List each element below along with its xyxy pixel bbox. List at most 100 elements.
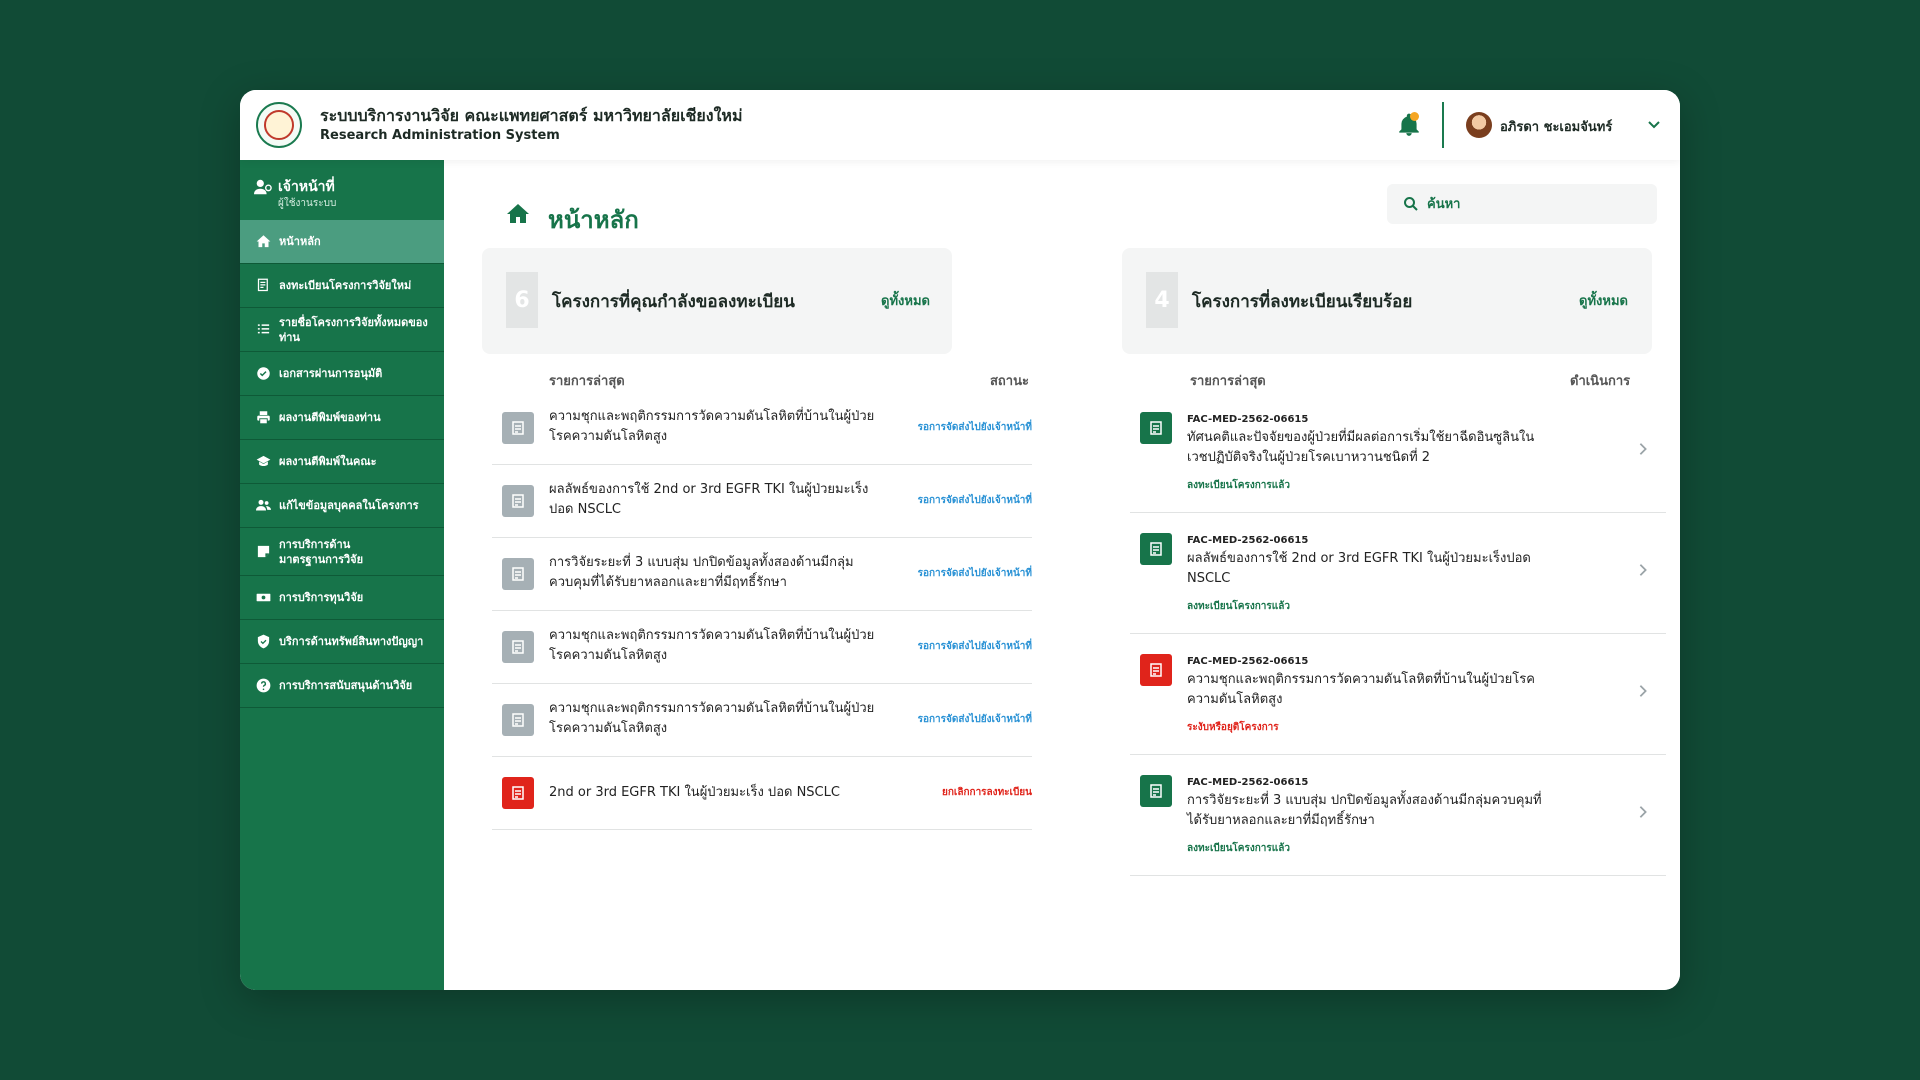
sidebar-item-10[interactable]: การบริการสนับสนุนด้านวิจัย	[240, 664, 444, 708]
status-badge: ลงทะเบียนโครงการแล้ว	[1187, 843, 1290, 854]
home-icon	[507, 204, 529, 223]
search-box[interactable]	[1387, 184, 1657, 224]
list-icon	[257, 324, 270, 334]
project-title: ทัศนคติและปัจจัยของผู้ป่วยที่มีผลต่อการเ…	[1187, 430, 1535, 465]
pending-project-row[interactable]: ความชุกและพฤติกรรมการวัดความดันโลหิตที่บ…	[492, 392, 1032, 465]
status-badge: รอการจัดส่งไปยังเจ้าหน้าที่	[917, 568, 1032, 579]
pending-project-row[interactable]: การวิจัยระยะที่ 3 แบบสุ่ม ปกปิดข้อมูลทั้…	[492, 538, 1032, 611]
top-header: ระบบบริการงานวิจัย คณะแพทยศาสตร์ มหาวิทย…	[240, 90, 1680, 160]
status-badge: รอการจัดส่งไปยังเจ้าหน้าที่	[917, 641, 1032, 652]
project-code: FAC-MED-2562-06615	[1187, 414, 1309, 425]
project-title: ผลลัพธ์ของการใช้ 2nd or 3rd EGFR TKI ในผ…	[549, 482, 869, 517]
sidebar-item-0[interactable]: หน้าหลัก	[240, 220, 444, 264]
shield-icon	[257, 634, 270, 649]
project-title: การวิจัยระยะที่ 3 แบบสุ่ม ปกปิดข้อมูลทั้…	[1187, 793, 1542, 828]
sidebar-item-3[interactable]: เอกสารผ่านการอนุมัติ	[240, 352, 444, 396]
app-title-english: Research Administration System	[320, 128, 560, 143]
document-icon	[502, 558, 534, 590]
search-input[interactable]	[1427, 190, 1647, 218]
register-doc-icon	[257, 278, 268, 292]
sidebar-item-label: การบริการทุนวิจัย	[279, 591, 364, 604]
role-subtitle: ผู้ใช้งานระบบ	[278, 198, 337, 209]
sidebar-item-4[interactable]: ผลงานตีพิมพ์ของท่าน	[240, 396, 444, 440]
registered-count-badge: 4	[1146, 272, 1178, 328]
sidebar-item-label: แก้ไขข้อมูลบุคคลในโครงการ	[279, 499, 419, 512]
sidebar-item-label: เอกสารผ่านการอนุมัติ	[279, 367, 383, 380]
role-block: เจ้าหน้าที่ ผู้ใช้งานระบบ	[254, 176, 444, 220]
chevron-right-icon[interactable]	[1636, 563, 1650, 577]
sidebar-item-label: การบริการด้าน มาตรฐานการวิจัย	[279, 537, 364, 566]
pending-count-badge: 6	[506, 272, 538, 328]
notification-dot	[1410, 112, 1419, 121]
check-circle-icon	[257, 367, 270, 380]
document-icon	[502, 412, 534, 444]
university-seal-icon[interactable]	[256, 102, 302, 148]
pending-project-row[interactable]: ความชุกและพฤติกรรมการวัดความดันโลหิตที่บ…	[492, 684, 1032, 757]
registered-projects-header: 4 โครงการที่ลงทะเบียนเรียบร้อย ดูทั้งหมด	[1122, 248, 1652, 354]
search-icon	[1404, 197, 1418, 211]
sidebar-item-2[interactable]: รายชื่อโครงการวิจัยทั้งหมดของท่าน	[240, 308, 444, 352]
sidebar-item-7[interactable]: การบริการด้าน มาตรฐานการวิจัย	[240, 528, 444, 576]
project-title: ผลลัพธ์ของการใช้ 2nd or 3rd EGFR TKI ในผ…	[1187, 551, 1531, 586]
status-badge: รอการจัดส่งไปยังเจ้าหน้าที่	[917, 495, 1032, 506]
project-title: ความชุกและพฤติกรรมการวัดความดันโลหิตที่บ…	[549, 701, 875, 736]
registered-see-all-link[interactable]: ดูทั้งหมด	[1579, 290, 1628, 311]
chevron-down-icon[interactable]	[1646, 116, 1662, 132]
project-title: ความชุกและพฤติกรรมการวัดความดันโลหิตที่บ…	[549, 628, 875, 663]
header-divider	[1442, 102, 1444, 148]
sidebar-item-6[interactable]: แก้ไขข้อมูลบุคคลในโครงการ	[240, 484, 444, 528]
document-icon	[1140, 775, 1172, 807]
sidebar-item-label: ผลงานตีพิมพ์ของท่าน	[279, 411, 381, 424]
registered-col-action: ดำเนินการ	[1570, 374, 1631, 389]
registered-col-latest: รายการล่าสุด	[1190, 374, 1266, 389]
project-title: 2nd or 3rd EGFR TKI ในผู้ป่วยมะเร็ง ปอด …	[549, 785, 840, 800]
pending-project-row[interactable]: 2nd or 3rd EGFR TKI ในผู้ป่วยมะเร็ง ปอด …	[492, 757, 1032, 830]
document-icon	[1140, 533, 1172, 565]
pending-project-row[interactable]: ความชุกและพฤติกรรมการวัดความดันโลหิตที่บ…	[492, 611, 1032, 684]
pending-col-status: สถานะ	[990, 374, 1029, 389]
app-title-thai: ระบบบริการงานวิจัย คณะแพทยศาสตร์ มหาวิทย…	[320, 106, 743, 125]
status-badge: รอการจัดส่งไปยังเจ้าหน้าที่	[917, 422, 1032, 433]
sidebar-item-label: หน้าหลัก	[279, 235, 321, 248]
sidebar-item-1[interactable]: ลงทะเบียนโครงการวิจัยใหม่	[240, 264, 444, 308]
user-role-icon	[254, 179, 272, 195]
chevron-right-icon[interactable]	[1636, 805, 1650, 819]
pending-col-latest: รายการล่าสุด	[549, 374, 625, 389]
chevron-right-icon[interactable]	[1636, 684, 1650, 698]
registered-project-row[interactable]: FAC-MED-2562-06615 ผลลัพธ์ของการใช้ 2nd o…	[1130, 513, 1666, 634]
status-badge: ระงับหรือยุติโครงการ	[1187, 722, 1279, 733]
sidebar-item-label: ลงทะเบียนโครงการวิจัยใหม่	[279, 279, 412, 292]
print-icon	[257, 411, 270, 425]
document-icon	[502, 485, 534, 517]
registered-projects-title: โครงการที่ลงทะเบียนเรียบร้อย	[1192, 292, 1413, 312]
user-name[interactable]: อภิรดา ชะเอมจันทร์	[1500, 116, 1612, 137]
status-badge: รอการจัดส่งไปยังเจ้าหน้าที่	[917, 714, 1032, 725]
pending-see-all-link[interactable]: ดูทั้งหมด	[881, 290, 930, 311]
avatar[interactable]	[1466, 112, 1492, 138]
document-icon	[502, 631, 534, 663]
sidebar-item-8[interactable]: การบริการทุนวิจัย	[240, 576, 444, 620]
registered-project-row[interactable]: FAC-MED-2562-06615 ทัศนคติและปัจจัยของผู้…	[1130, 392, 1666, 513]
status-badge: ลงทะเบียนโครงการแล้ว	[1187, 601, 1290, 612]
money-icon	[256, 593, 271, 602]
pending-project-row[interactable]: ผลลัพธ์ของการใช้ 2nd or 3rd EGFR TKI ในผ…	[492, 465, 1032, 538]
question-icon	[256, 678, 271, 693]
graduation-cap-icon	[256, 455, 271, 467]
users-icon	[256, 499, 271, 511]
registered-project-row[interactable]: FAC-MED-2562-06615 ความชุกและพฤติกรรมการว…	[1130, 634, 1666, 755]
document-icon	[502, 777, 534, 809]
sidebar-item-label: ผลงานตีพิมพ์ในคณะ	[279, 455, 377, 468]
sidebar-item-5[interactable]: ผลงานตีพิมพ์ในคณะ	[240, 440, 444, 484]
status-badge: ยกเลิกการลงทะเบียน	[942, 787, 1032, 798]
sidebar-item-label: บริการด้านทรัพย์สินทางปัญญา	[279, 635, 424, 648]
sidebar-item-9[interactable]: บริการด้านทรัพย์สินทางปัญญา	[240, 620, 444, 664]
status-badge: ลงทะเบียนโครงการแล้ว	[1187, 480, 1290, 491]
registered-project-row[interactable]: FAC-MED-2562-06615 การวิจัยระยะที่ 3 แบบส…	[1130, 755, 1666, 876]
document-icon	[1140, 412, 1172, 444]
chevron-right-icon[interactable]	[1636, 442, 1650, 456]
pending-projects-title: โครงการที่คุณกำลังขอลงทะเบียน	[552, 292, 795, 312]
page-title: หน้าหลัก	[548, 206, 639, 234]
role-title: เจ้าหน้าที่	[278, 179, 335, 195]
note-icon	[257, 545, 270, 558]
main-content: หน้าหลัก 6 โครงการที่คุณกำลังขอลงทะเบียน…	[444, 160, 1680, 990]
